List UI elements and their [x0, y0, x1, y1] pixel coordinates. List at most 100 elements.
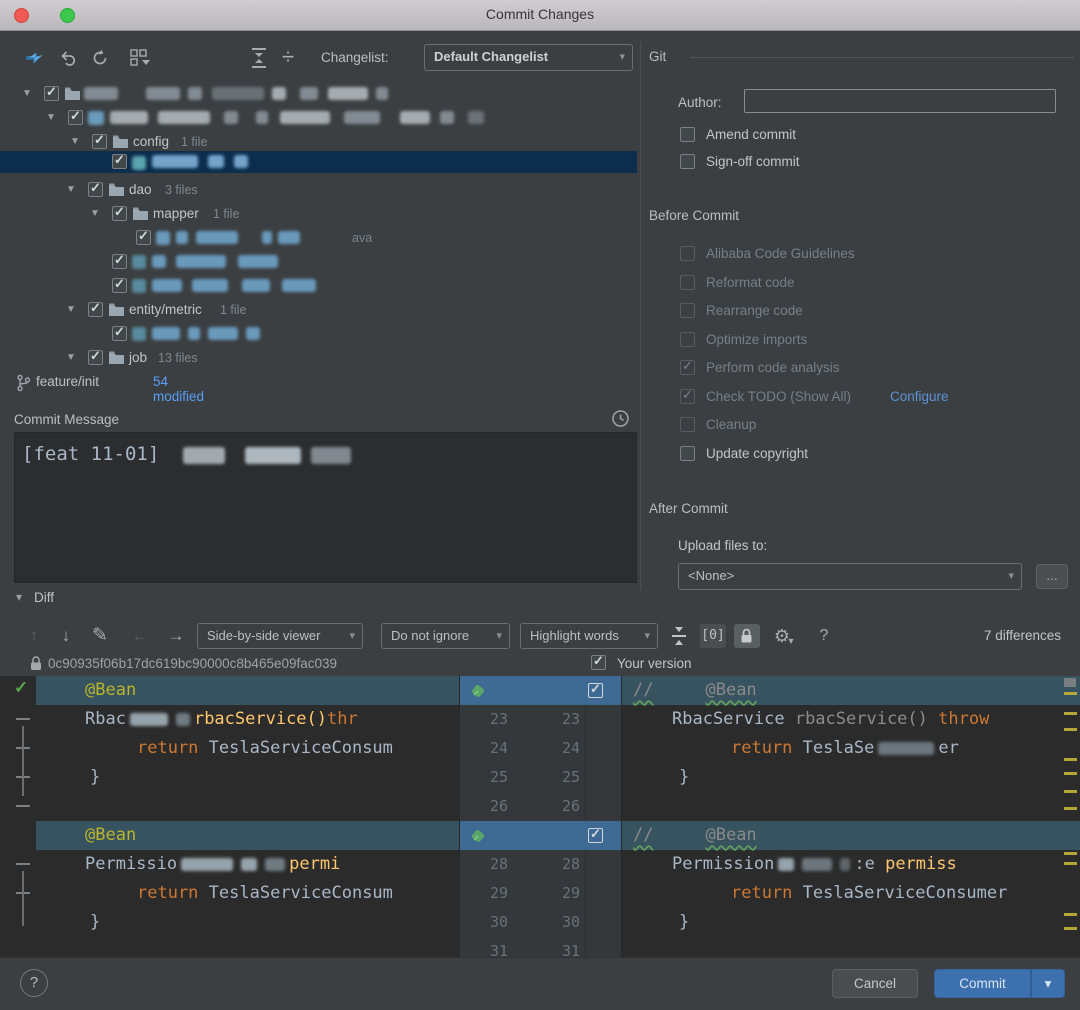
diff-left-pane[interactable]: ✓ @Bean RbacrbacService()thr return Tesl…	[0, 676, 459, 957]
edit-icon[interactable]: ✎	[88, 624, 112, 648]
stripe-thumb[interactable]	[1064, 678, 1076, 687]
row-checkbox[interactable]	[112, 278, 127, 293]
readonly-lock-icon[interactable]	[734, 624, 760, 648]
diff-right-pane[interactable]: //@Bean RbacService rbacService() throw …	[622, 676, 1080, 957]
cancel-button[interactable]: Cancel	[832, 969, 918, 998]
row-checkbox[interactable]	[112, 254, 127, 269]
diff-collapse-arrow-icon[interactable]: ▾	[16, 590, 22, 604]
row-checkbox[interactable]	[112, 206, 127, 221]
file-count: 13 files	[158, 351, 198, 365]
modified-count-link[interactable]: 54 modified	[153, 374, 204, 404]
include-change-checkbox[interactable]	[588, 828, 603, 843]
cleanup-checkbox[interactable]	[680, 417, 695, 432]
tree-row[interactable]	[0, 274, 637, 298]
optimize-imports-checkbox[interactable]	[680, 332, 695, 347]
tree-row[interactable]: ava	[0, 226, 637, 250]
line-number: 23	[546, 705, 580, 734]
help-button[interactable]: ?	[20, 969, 48, 997]
previous-difference-icon[interactable]: ↑	[22, 624, 46, 648]
code-method: permiss	[885, 854, 957, 874]
row-checkbox[interactable]	[112, 326, 127, 341]
file-count: 1 file	[213, 207, 239, 221]
line-number: 30	[474, 908, 508, 937]
upload-target-dropdown[interactable]: <None> ▾	[678, 563, 1022, 590]
error-stripe[interactable]	[1062, 676, 1080, 957]
diff-help-icon[interactable]: ?	[812, 624, 836, 648]
whitespace-dropdown[interactable]: Do not ignore ▾	[381, 623, 510, 649]
chevron-down-icon: ▾	[619, 45, 625, 69]
show-diff-icon[interactable]	[24, 48, 46, 68]
collapse-unchanged-icon[interactable]	[668, 625, 690, 647]
reformat-code-checkbox[interactable]	[680, 275, 695, 290]
highlight-mode-dropdown[interactable]: Highlight words ▾	[520, 623, 658, 649]
highlight-mode-value: Highlight words	[530, 628, 619, 643]
expand-arrow-icon[interactable]: ▼	[66, 304, 76, 315]
expand-arrow-icon[interactable]: ▼	[90, 208, 100, 219]
next-file-icon[interactable]: →	[164, 624, 188, 648]
code-keyword: return	[731, 738, 792, 758]
viewer-mode-dropdown[interactable]: Side-by-side viewer ▾	[197, 623, 363, 649]
previous-file-icon[interactable]: ←	[128, 624, 152, 648]
applied-check-icon[interactable]: ✓	[14, 678, 28, 698]
tree-row-entity-metric[interactable]: ▼ entity/metric 1 file	[0, 298, 637, 322]
signoff-commit-checkbox[interactable]	[680, 154, 695, 169]
git-branch-icon	[15, 374, 31, 392]
titlebar: Commit Changes	[0, 0, 1080, 31]
next-difference-icon[interactable]: ↓	[54, 624, 78, 648]
row-checkbox[interactable]	[112, 154, 127, 169]
expand-arrow-icon[interactable]: ▼	[66, 184, 76, 195]
alibaba-guidelines-checkbox[interactable]	[680, 246, 695, 261]
row-checkbox[interactable]	[68, 110, 83, 125]
commit-options-button[interactable]: ▾	[1031, 969, 1065, 998]
message-history-icon[interactable]	[611, 409, 630, 428]
row-checkbox[interactable]	[88, 182, 103, 197]
tree-row[interactable]: ▼	[0, 82, 637, 106]
tree-row-dao[interactable]: ▼ dao 3 files	[0, 178, 637, 202]
folder-icon	[132, 206, 149, 221]
expand-arrow-icon[interactable]: ▼	[70, 136, 80, 147]
tree-row-mapper[interactable]: ▼ mapper 1 file	[0, 202, 637, 226]
row-checkbox[interactable]	[92, 134, 107, 149]
context-lines-icon[interactable]: [0]	[700, 624, 726, 648]
amend-commit-checkbox[interactable]	[680, 127, 695, 142]
include-change-checkbox[interactable]	[588, 683, 603, 698]
author-input[interactable]	[744, 89, 1056, 113]
tree-row[interactable]	[0, 250, 637, 274]
refresh-icon[interactable]	[90, 48, 110, 68]
tree-row-selected[interactable]	[0, 151, 637, 173]
changelist-dropdown[interactable]: Default Changelist ▾	[424, 44, 633, 71]
check-todo-checkbox[interactable]	[680, 389, 695, 404]
your-version-label: Your version	[617, 656, 692, 671]
row-checkbox[interactable]	[88, 302, 103, 317]
rearrange-code-checkbox[interactable]	[680, 303, 695, 318]
changelist-label: Changelist:	[321, 50, 389, 65]
line-number: 23	[474, 705, 508, 734]
folder-name: mapper	[153, 206, 199, 221]
row-checkbox[interactable]	[136, 230, 151, 245]
tree-row[interactable]: ▼	[0, 106, 637, 130]
commit-message-editor[interactable]: [feat 11-01]	[14, 432, 637, 583]
row-checkbox[interactable]	[44, 86, 59, 101]
expand-divider-icon[interactable]: ÷	[276, 45, 300, 69]
collapse-all-icon[interactable]	[248, 46, 270, 70]
browse-upload-button[interactable]: ...	[1036, 564, 1068, 589]
group-by-icon[interactable]	[130, 48, 154, 68]
expand-arrow-icon[interactable]: ▼	[22, 88, 32, 99]
code-analysis-checkbox[interactable]	[680, 360, 695, 375]
your-version-checkbox[interactable]	[591, 655, 606, 670]
undo-icon[interactable]	[58, 48, 78, 68]
row-checkbox[interactable]	[88, 350, 103, 365]
file-count: 1 file	[220, 303, 246, 317]
tree-row[interactable]	[0, 322, 637, 346]
panel-splitter[interactable]	[640, 42, 641, 590]
code-method: permi	[289, 854, 340, 874]
diff-section-header[interactable]: Diff	[34, 590, 54, 605]
expand-arrow-icon[interactable]: ▼	[46, 112, 56, 123]
commit-button[interactable]: Commit	[934, 969, 1031, 998]
configure-link[interactable]: Configure	[890, 389, 949, 404]
commit-message-label: Commit Message	[14, 412, 119, 427]
update-copyright-checkbox[interactable]	[680, 446, 695, 461]
author-label: Author:	[678, 95, 722, 110]
expand-arrow-icon[interactable]: ▼	[66, 352, 76, 363]
tree-row-job[interactable]: ▼ job 13 files	[0, 346, 637, 370]
